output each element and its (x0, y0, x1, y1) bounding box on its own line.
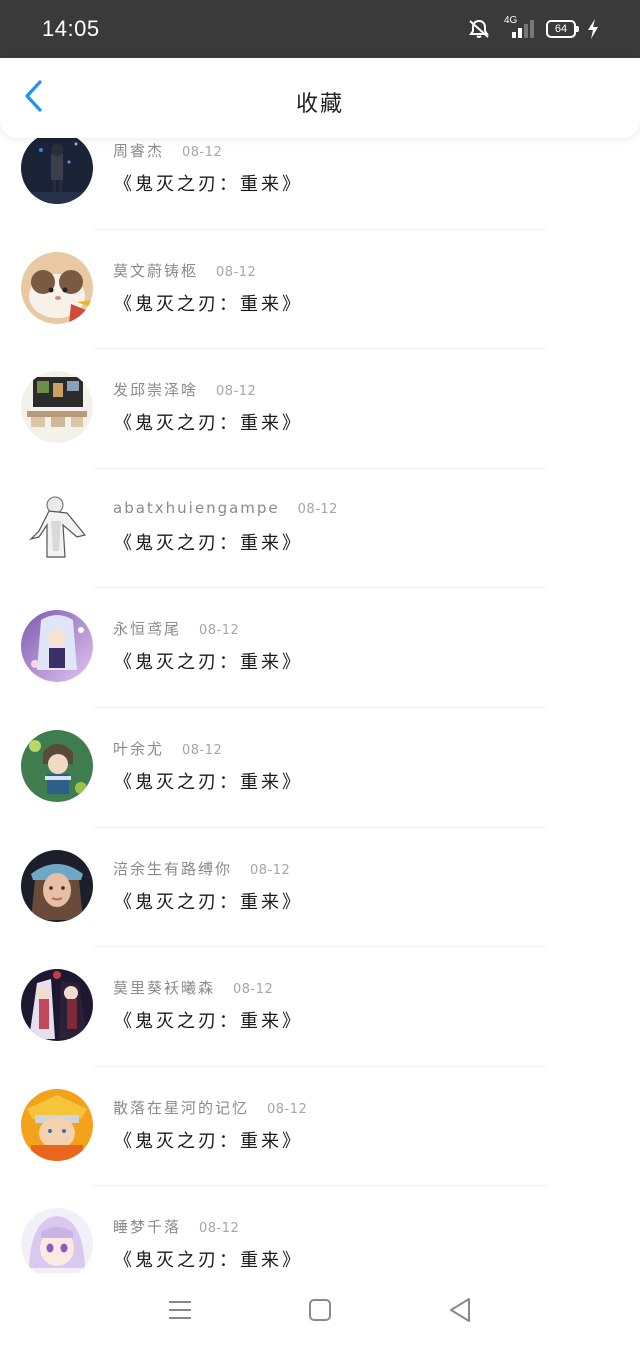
item-date: 08-12 (199, 1221, 240, 1237)
list-item[interactable]: 莫文蔚铸柩 08-12 《鬼灭之刃：重来》 (0, 230, 640, 350)
item-date: 08-12 (267, 1101, 308, 1117)
item-date: 08-12 (250, 862, 291, 878)
item-date: 08-12 (199, 623, 240, 639)
home-square-icon (308, 1298, 332, 1326)
menu-icon (167, 1299, 193, 1325)
item-meta: 莫文蔚铸柩 08-12 (113, 260, 256, 281)
item-meta: 叶余尤 08-12 (113, 738, 222, 759)
username[interactable]: 周睿杰 (113, 140, 164, 161)
item-date: 08-12 (216, 384, 257, 400)
username[interactable]: 叶余尤 (113, 738, 164, 759)
book-title[interactable]: 《鬼灭之刃：重来》 (114, 1246, 303, 1272)
item-meta: 发邱崇泽啥 08-12 (113, 379, 256, 400)
item-meta: abatxhuiengampe 08-12 (113, 499, 338, 517)
avatar[interactable] (21, 729, 93, 802)
book-title[interactable]: 《鬼灭之刃：重来》 (114, 648, 303, 674)
username[interactable]: 发邱崇泽啥 (113, 379, 198, 400)
book-title[interactable]: 《鬼灭之刃：重来》 (114, 170, 303, 196)
menu-button[interactable] (160, 1292, 200, 1332)
avatar[interactable] (21, 610, 93, 683)
book-title[interactable]: 《鬼灭之刃：重来》 (114, 768, 303, 794)
item-date: 08-12 (216, 264, 257, 280)
username[interactable]: 莫文蔚铸柩 (113, 260, 198, 281)
status-bar: 14:05 4G 64 (0, 0, 640, 58)
list-item[interactable]: 永恒鸢尾 08-12 《鬼灭之刃：重来》 (0, 588, 640, 708)
avatar[interactable] (21, 251, 93, 324)
username[interactable]: 睡梦千落 (113, 1216, 181, 1237)
favorites-screen: 14:05 4G 64 收藏 周睿杰 08-12 《鬼灭之刃：重来》 莫文蔚铸柩… (0, 0, 640, 1351)
network-label: 4G (504, 15, 518, 26)
book-title[interactable]: 《鬼灭之刃：重来》 (114, 290, 303, 316)
book-title[interactable]: 《鬼灭之刃：重来》 (114, 529, 303, 555)
book-title[interactable]: 《鬼灭之刃：重来》 (114, 888, 303, 914)
avatar[interactable] (21, 1208, 93, 1274)
list-item[interactable]: 散落在星河的记忆 08-12 《鬼灭之刃：重来》 (0, 1067, 640, 1187)
book-title[interactable]: 《鬼灭之刃：重来》 (114, 409, 303, 435)
book-title[interactable]: 《鬼灭之刃：重来》 (114, 1007, 303, 1033)
item-meta: 睡梦千落 08-12 (113, 1216, 239, 1237)
item-date: 08-12 (182, 742, 223, 758)
username[interactable]: abatxhuiengampe (113, 499, 280, 517)
item-date: 08-12 (233, 982, 274, 998)
list-item[interactable]: 发邱崇泽啥 08-12 《鬼灭之刃：重来》 (0, 349, 640, 469)
system-navbar (0, 1273, 640, 1351)
home-button[interactable] (300, 1292, 340, 1332)
page-title: 收藏 (295, 92, 344, 117)
list-item[interactable]: 涪余生有路缚你 08-12 《鬼灭之刃：重来》 (0, 828, 640, 948)
username[interactable]: 涪余生有路缚你 (113, 858, 232, 879)
list-item[interactable]: abatxhuiengampe 08-12 《鬼灭之刃：重来》 (0, 469, 640, 589)
battery-icon: 64 (546, 20, 579, 38)
header-bar: 收藏 (0, 58, 640, 138)
list-item[interactable]: 莫里葵袄曦森 08-12 《鬼灭之刃：重来》 (0, 947, 640, 1067)
avatar[interactable] (21, 490, 93, 563)
mute-icon (466, 18, 492, 40)
item-meta: 永恒鸢尾 08-12 (113, 618, 239, 639)
back-nav-button[interactable] (440, 1292, 480, 1332)
signal-icon: 4G (502, 15, 536, 40)
username[interactable]: 永恒鸢尾 (113, 618, 181, 639)
list-item[interactable]: 周睿杰 08-12 《鬼灭之刃：重来》 (0, 124, 640, 230)
list-item[interactable]: 叶余尤 08-12 《鬼灭之刃：重来》 (0, 708, 640, 828)
avatar[interactable] (21, 1088, 93, 1161)
status-time: 14:05 (42, 16, 100, 41)
item-meta: 莫里葵袄曦森 08-12 (113, 977, 273, 998)
back-triangle-icon (448, 1297, 472, 1327)
item-meta: 涪余生有路缚你 08-12 (113, 858, 290, 879)
book-title[interactable]: 《鬼灭之刃：重来》 (114, 1127, 303, 1153)
status-icons: 4G 64 (466, 15, 600, 40)
list-item[interactable]: 睡梦千落 08-12 《鬼灭之刃：重来》 (0, 1186, 640, 1274)
item-meta: 散落在星河的记忆 08-12 (113, 1097, 307, 1118)
charging-icon (586, 18, 600, 40)
avatar[interactable] (21, 371, 93, 444)
item-date: 08-12 (182, 145, 223, 160)
item-meta: 周睿杰 08-12 (113, 140, 222, 161)
item-date: 08-12 (297, 501, 338, 517)
avatar[interactable] (21, 969, 93, 1042)
avatar[interactable] (21, 132, 93, 204)
favorites-list: 周睿杰 08-12 《鬼灭之刃：重来》 莫文蔚铸柩 08-12 《鬼灭之刃：重来》 发邱崇泽… (0, 124, 640, 1274)
username[interactable]: 莫里葵袄曦森 (113, 977, 215, 998)
avatar[interactable] (21, 849, 93, 922)
username[interactable]: 散落在星河的记忆 (113, 1097, 249, 1118)
